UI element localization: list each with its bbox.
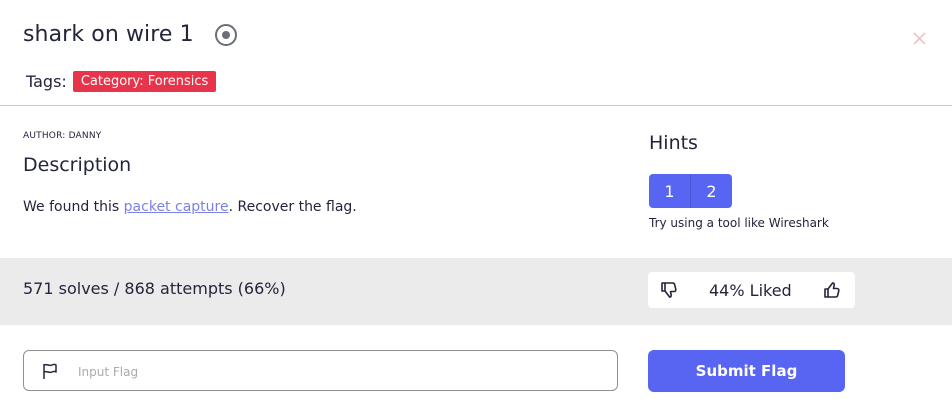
- submit-flag-button[interactable]: Submit Flag: [648, 350, 845, 392]
- title-row: shark on wire 1: [23, 22, 238, 47]
- tags-label: Tags:: [26, 72, 67, 91]
- description-prefix: We found this: [23, 199, 124, 215]
- flag-icon: [41, 362, 59, 380]
- hint-text: Try using a tool like Wireshark: [649, 216, 829, 230]
- thumbs-down-icon[interactable]: [659, 280, 679, 300]
- hint-buttons: 1 2: [649, 174, 732, 208]
- modal-header: shark on wire 1 Tags: Category: Forensic…: [0, 0, 952, 106]
- hints-heading: Hints: [649, 132, 698, 154]
- hint-button-1[interactable]: 1: [649, 174, 691, 208]
- category-tag: Category: Forensics: [72, 71, 217, 92]
- close-icon[interactable]: [908, 27, 930, 49]
- target-icon: [214, 23, 238, 47]
- solves-text: 571 solves / 868 attempts (66%): [23, 279, 286, 298]
- challenge-title: shark on wire 1: [23, 22, 194, 47]
- hint-button-2[interactable]: 2: [691, 174, 732, 208]
- description-suffix: . Recover the flag.: [228, 199, 357, 215]
- tags-row: Tags: Category: Forensics: [26, 71, 217, 92]
- thumbs-up-icon[interactable]: [822, 280, 842, 300]
- liked-percentage: 44% Liked: [709, 281, 792, 300]
- likes-box: 44% Liked: [648, 272, 855, 308]
- flag-input[interactable]: [76, 351, 610, 392]
- author-label: AUTHOR: DANNY: [23, 131, 102, 141]
- description-heading: Description: [23, 154, 132, 176]
- flag-input-wrapper: [23, 350, 618, 392]
- packet-capture-link[interactable]: packet capture: [124, 199, 229, 215]
- description-text: We found this packet capture. Recover th…: [23, 199, 357, 215]
